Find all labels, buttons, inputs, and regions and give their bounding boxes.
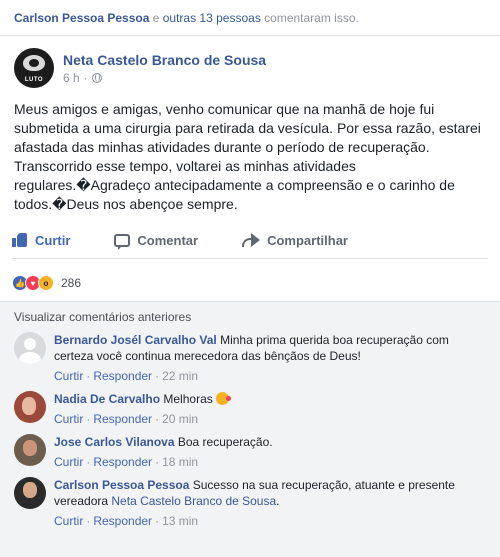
poster-name-link[interactable]: Neta Castelo Branco de Sousa: [63, 51, 266, 69]
post-header: LUTO Neta Castelo Branco de Sousa 6 h ·: [0, 36, 500, 88]
comment-reply-link[interactable]: Responder: [93, 369, 152, 383]
comment-body: Boa recuperação.: [177, 435, 273, 449]
kiss-emoji-icon: [216, 392, 232, 405]
comment-mention-link[interactable]: Neta Castelo Branco de Sousa: [111, 494, 276, 508]
comment-item: Jose Carlos Vilanova Boa recuperação. Cu…: [14, 434, 486, 471]
comment-like-link[interactable]: Curtir: [54, 514, 83, 528]
comment-meta: Curtir · Responder · 18 min: [54, 455, 199, 469]
activity-suffix: comentaram isso.: [260, 10, 359, 25]
comments-area: 👍 ♥ o 286 Visualizar comentários anterio…: [0, 265, 500, 557]
post-meta: 6 h ·: [63, 71, 266, 85]
comment-meta: Curtir · Responder · 13 min: [54, 514, 199, 528]
activity-author-link[interactable]: Carlson Pessoa Pessoa: [14, 11, 149, 25]
commenter-name-link[interactable]: Jose Carlos Vilanova: [54, 435, 175, 449]
share-button-label: Compartilhar: [267, 232, 348, 248]
comment-text: Nadia De Carvalho Melhoras: [54, 391, 232, 407]
comment-button-label: Comentar: [137, 232, 199, 248]
post-actions-bar: Curtir Comentar Compartilhar: [12, 222, 488, 259]
commenter-name-link[interactable]: Bernardo Josél Carvalho Val: [54, 333, 217, 347]
commenter-avatar[interactable]: [14, 332, 46, 364]
post-text: Meus amigos e amigas, venho comunicar qu…: [14, 101, 481, 212]
share-button[interactable]: Compartilhar: [242, 233, 348, 248]
comment-like-link[interactable]: Curtir: [54, 455, 83, 469]
commenter-name-link[interactable]: Carlson Pessoa Pessoa: [54, 478, 189, 492]
commenter-avatar[interactable]: [14, 434, 46, 466]
comment-time[interactable]: 22 min: [162, 369, 198, 383]
reaction-icons: 👍 ♥ o: [12, 275, 54, 291]
ribbon-logo-icon: [23, 55, 45, 71]
comment-item: Nadia De Carvalho Melhoras Curtir · Respon…: [14, 391, 486, 428]
activity-others-link[interactable]: outras 13 pessoas: [163, 11, 261, 25]
globe-icon[interactable]: [91, 73, 102, 83]
wow-reaction-icon: o: [38, 275, 54, 291]
comment-reply-link[interactable]: Responder: [93, 455, 152, 469]
comment-time[interactable]: 13 min: [162, 514, 198, 528]
comment-item: Bernardo Josél Carvalho Val Minha prima …: [14, 332, 486, 385]
comment-meta: Curtir · Responder · 20 min: [54, 412, 199, 426]
comment-meta: Curtir · Responder · 22 min: [54, 369, 199, 383]
avatar-luto-text: LUTO: [24, 77, 44, 83]
reactions-summary[interactable]: 👍 ♥ o 286: [0, 265, 500, 302]
comment-button[interactable]: Comentar: [114, 232, 199, 250]
comment-time[interactable]: 20 min: [162, 412, 198, 426]
commenter-avatar[interactable]: [14, 391, 46, 423]
comment-text: Bernardo Josél Carvalho Val Minha prima …: [54, 332, 486, 364]
post-timestamp[interactable]: 6 h: [63, 71, 80, 85]
comment-text: Jose Carlos Vilanova Boa recuperação.: [54, 434, 273, 450]
reaction-count[interactable]: 286: [61, 276, 81, 290]
comment-like-link[interactable]: Curtir: [54, 369, 83, 383]
activity-connector: e: [149, 10, 163, 25]
comment-body: Melhoras: [163, 392, 213, 406]
view-previous-comments-link[interactable]: Visualizar comentários anteriores: [14, 310, 486, 324]
commenter-name-link[interactable]: Nadia De Carvalho: [54, 392, 160, 406]
comment-like-link[interactable]: Curtir: [54, 412, 83, 426]
comment-item: Carlson Pessoa Pessoa Sucesso na sua rec…: [14, 477, 486, 530]
comment-text: Carlson Pessoa Pessoa Sucesso na sua rec…: [54, 477, 486, 509]
thumbs-up-icon: [12, 232, 28, 248]
comment-bubble-icon: [114, 233, 131, 250]
like-button-label: Curtir: [35, 232, 71, 248]
comment-body-end: .: [276, 494, 280, 508]
comment-reply-link[interactable]: Responder: [93, 514, 152, 528]
like-button[interactable]: Curtir: [12, 232, 70, 248]
activity-bar: Carlson Pessoa Pessoa e outras 13 pessoa…: [0, 0, 500, 36]
comment-reply-link[interactable]: Responder: [93, 412, 152, 426]
share-arrow-icon: [242, 233, 261, 247]
comment-time[interactable]: 18 min: [162, 455, 198, 469]
poster-avatar[interactable]: LUTO: [14, 48, 54, 88]
meta-separator: ·: [83, 71, 88, 85]
commenter-avatar[interactable]: [14, 477, 46, 509]
